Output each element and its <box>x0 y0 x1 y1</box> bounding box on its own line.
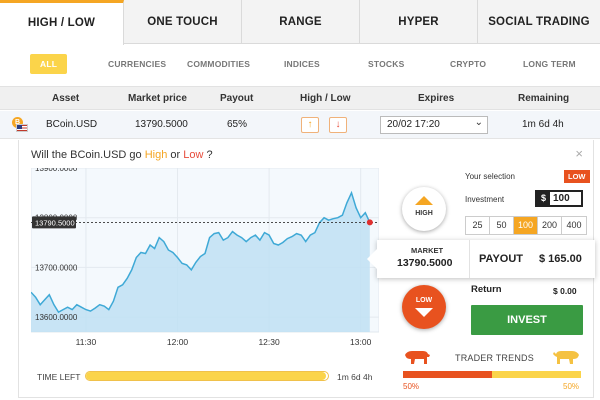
payout-value: $ 165.00 <box>539 253 582 265</box>
filter-long-term[interactable]: LONG TERM <box>523 59 576 69</box>
return-label: Return <box>471 284 502 295</box>
trade-question: Will the BCoin.USD go High or Low ? <box>31 149 213 161</box>
col-payout: Payout <box>220 93 254 104</box>
col-remaining: Remaining <box>518 93 570 104</box>
arrow-up-icon <box>415 196 433 205</box>
y-tick-label: 13600.0000 <box>35 313 78 322</box>
filter-commodities[interactable]: COMMODITIES <box>187 59 250 69</box>
bear-icon <box>405 351 430 364</box>
preset-200[interactable]: 200 <box>538 217 562 234</box>
time-left-fill <box>86 372 326 380</box>
trader-trends-label: TRADER TRENDS <box>455 353 534 363</box>
trends-bear-fill <box>403 371 492 378</box>
asset-name: BCoin.USD <box>46 119 98 130</box>
tab-social-trading[interactable]: SOCIAL TRADING <box>478 0 600 44</box>
col-market-price: Market price <box>128 93 187 104</box>
expires-select[interactable]: 20/02 17:20 ⌄ <box>380 116 488 134</box>
preset-400[interactable]: 400 <box>562 217 586 234</box>
product-tabs: HIGH / LOW ONE TOUCH RANGE HYPER SOCIAL … <box>0 0 600 45</box>
arrow-down-icon <box>415 308 433 317</box>
time-left-label: TIME LEFT <box>37 372 81 382</box>
investment-presets: 25 50 100 200 400 <box>465 216 587 235</box>
trader-trends-bar <box>403 371 581 378</box>
chevron-down-icon: ⌄ <box>474 117 483 128</box>
bear-percent: 50% <box>403 382 420 391</box>
high-button[interactable]: HIGH <box>402 187 446 231</box>
time-left-bar <box>85 371 329 381</box>
investment-label: Investment <box>465 195 505 204</box>
y-tick-label: 13900.0000 <box>35 168 78 173</box>
col-high-low: High / Low <box>300 93 351 104</box>
trade-panel: Will the BCoin.USD go High or Low ? × 13… <box>18 140 595 398</box>
filter-stocks[interactable]: STOCKS <box>368 59 404 69</box>
x-tick-label: 13:00 <box>350 337 372 347</box>
invest-button[interactable]: INVEST <box>471 305 583 335</box>
bull-percent: 50% <box>563 382 580 391</box>
preset-25[interactable]: 25 <box>466 217 490 234</box>
payout-label: PAYOUT <box>479 253 524 265</box>
price-chart-svg: 13900.000013800.000013700.000013600.0000… <box>31 168 379 347</box>
dollar-icon: $ <box>537 192 550 205</box>
investment-input[interactable]: $ 100 <box>535 190 583 207</box>
bull-icon <box>553 351 579 364</box>
x-tick-label: 12:00 <box>167 337 189 347</box>
trends-bull-fill <box>492 371 581 378</box>
asset-table-header: Asset Market price Payout High / Low Exp… <box>0 86 600 110</box>
tab-hyper[interactable]: HYPER <box>360 0 478 44</box>
bcoin-icon: B <box>12 117 28 133</box>
payout-percent: 65% <box>227 119 248 130</box>
selection-badge: LOW <box>564 170 590 183</box>
market-value: 13790.5000 <box>397 257 453 269</box>
current-price-label: 13790.5000 <box>35 218 75 227</box>
filter-all[interactable]: ALL <box>30 54 68 74</box>
filter-crypto[interactable]: CRYPTO <box>450 59 486 69</box>
x-tick-label: 11:30 <box>76 337 97 347</box>
return-value: $ 0.00 <box>553 286 577 296</box>
market-label: MARKET <box>411 246 444 255</box>
row-low-button[interactable]: ↓ <box>329 117 347 133</box>
filter-currencies[interactable]: CURRENCIES <box>108 59 166 69</box>
tab-high-low[interactable]: HIGH / LOW <box>0 0 124 45</box>
col-expires: Expires <box>418 93 455 104</box>
tab-one-touch[interactable]: ONE TOUCH <box>124 0 242 44</box>
market-price: 13790.5000 <box>135 119 188 130</box>
filter-indices[interactable]: INDICES <box>284 59 320 69</box>
payout-box: MARKET 13790.5000 PAYOUT $ 165.00 <box>367 240 595 278</box>
time-left-value: 1m 6d 4h <box>337 372 373 382</box>
remaining-time: 1m 6d 4h <box>522 119 564 130</box>
y-tick-label: 13700.0000 <box>35 263 78 272</box>
table-row[interactable]: B BCoin.USD 13790.5000 65% ↑ ↓ 20/02 17:… <box>0 111 600 139</box>
preset-50[interactable]: 50 <box>490 217 514 234</box>
current-price-dot <box>366 219 373 226</box>
asset-filter-bar: ALL CURRENCIES COMMODITIES INDICES STOCK… <box>0 45 600 83</box>
price-chart: 13900.000013800.000013700.000013600.0000… <box>31 168 379 348</box>
col-asset: Asset <box>52 93 80 104</box>
row-high-button[interactable]: ↑ <box>301 117 319 133</box>
tab-range[interactable]: RANGE <box>242 0 360 44</box>
x-tick-label: 12:30 <box>258 337 280 347</box>
low-button[interactable]: LOW <box>402 285 446 329</box>
us-flag-icon <box>16 124 28 132</box>
close-icon[interactable]: × <box>575 146 583 161</box>
preset-100[interactable]: 100 <box>514 217 538 234</box>
your-selection-label: Your selection <box>465 172 515 181</box>
